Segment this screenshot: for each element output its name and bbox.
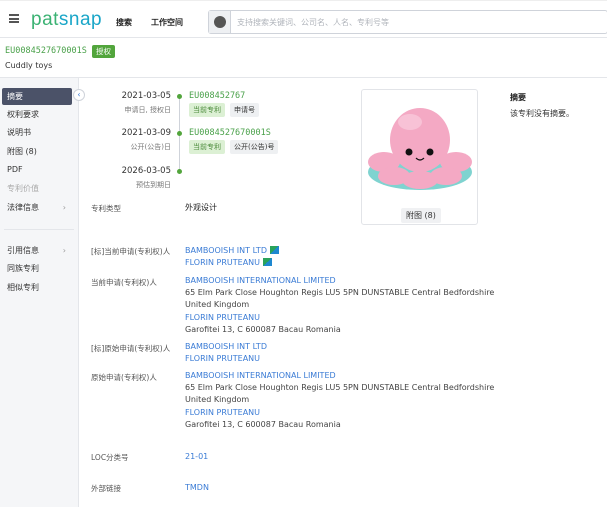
applicant-link[interactable]: FLORIN PRUTEANU: [185, 353, 267, 365]
applicant-link[interactable]: FLORIN PRUTEANU: [185, 407, 494, 419]
nav-workspace[interactable]: 工作空间: [151, 17, 183, 28]
drawings-button[interactable]: 附图 (8): [401, 208, 441, 223]
address: United Kingdom: [185, 395, 250, 405]
publication-number-link[interactable]: EU0084527670001S: [189, 128, 271, 138]
loc-link[interactable]: 21-01: [185, 451, 208, 463]
abstract-heading: 摘要: [510, 93, 526, 102]
sidebar-item-drawings[interactable]: 附图 (8): [2, 143, 72, 160]
timeline-dot: [177, 94, 182, 99]
top-bar: patsnap 搜索 工作空间 支持搜索关键词、公司名、人名、专利号等: [0, 0, 607, 38]
sidebar-item-citations[interactable]: 引用信息 ›: [2, 242, 72, 259]
timeline-label: 公开(公告)日: [130, 143, 171, 151]
label: 法律信息: [7, 203, 39, 212]
tag-type: 公开(公告)号: [230, 140, 279, 154]
sidebar-item-legal[interactable]: 法律信息 ›: [2, 199, 72, 216]
timeline-date: 2026-03-05: [121, 166, 171, 176]
chevron-right-icon: ›: [62, 246, 66, 255]
menu-icon[interactable]: [9, 14, 19, 23]
analytics-icon[interactable]: [269, 246, 279, 254]
nav-search[interactable]: 搜索: [116, 17, 132, 28]
timeline-dot: [177, 169, 182, 174]
divider: [0, 77, 607, 78]
applicant-link[interactable]: BAMBOOISH INT LTD: [185, 246, 267, 255]
sidebar-item-pdf[interactable]: PDF: [2, 161, 72, 178]
applicant-link[interactable]: BAMBOOISH INT LTD: [185, 341, 267, 353]
search-input[interactable]: 支持搜索关键词、公司名、人名、专利号等: [237, 17, 389, 28]
sidebar-divider: [4, 229, 74, 230]
timeline-label: 预估到期日: [136, 181, 171, 189]
analytics-icon[interactable]: [263, 258, 273, 267]
sidebar-item-similar[interactable]: 相似专利: [2, 279, 72, 296]
search-box[interactable]: 支持搜索关键词、公司名、人名、专利号等: [208, 10, 607, 34]
applicant-link[interactable]: FLORIN PRUTEANU: [185, 258, 260, 267]
field-value: 外观设计: [185, 203, 217, 212]
field-label: 外部链接: [91, 484, 121, 493]
field-label: [标]当前申请(专利权)人: [91, 247, 171, 256]
applicant-link[interactable]: BAMBOOISH INTERNATIONAL LIMITED: [185, 370, 494, 382]
timeline-date: 2021-03-09: [121, 128, 171, 138]
field-label: 当前申请(专利权)人: [91, 278, 157, 287]
application-number-link[interactable]: EU008452767: [189, 91, 245, 101]
field-value: BAMBOOISH INTERNATIONAL LIMITED 65 Elm P…: [185, 370, 494, 431]
tag-type: 申请号: [230, 103, 259, 117]
drawing-thumbnail[interactable]: 附图 (8): [361, 89, 478, 225]
tag-current: 当前专利: [189, 140, 225, 154]
address: Garofitei 13, C 600087 Bacau Romania: [185, 324, 341, 334]
field-value: BAMBOOISH INT LTD FLORIN PRUTEANU: [185, 341, 267, 365]
abstract-text: 该专利没有摘要。: [510, 109, 574, 118]
sidebar-item-value: 专利价值: [7, 184, 39, 193]
applicant-link[interactable]: BAMBOOISH INTERNATIONAL LIMITED: [185, 275, 494, 287]
chevron-right-icon: ›: [62, 203, 66, 212]
timeline-dot: [177, 131, 182, 136]
address: 65 Elm Park Close Houghton Regis LU5 5PN…: [185, 288, 495, 298]
address: Garofitei 13, C 600087 Bacau Romania: [185, 419, 341, 429]
sidebar-item-claims[interactable]: 权利要求: [2, 106, 72, 123]
timeline-date: 2021-03-05: [121, 91, 171, 101]
patent-title: Cuddly toys: [5, 61, 53, 70]
timeline-label: 申请日, 授权日: [124, 106, 171, 114]
address: 65 Elm Park Close Houghton Regis LU5 5PN…: [185, 383, 495, 393]
field-label: LOC分类号: [91, 453, 129, 462]
globe-icon[interactable]: [209, 11, 231, 33]
field-value: BAMBOOISH INTERNATIONAL LIMITED 65 Elm P…: [185, 275, 494, 336]
sidebar-item-description[interactable]: 说明书: [2, 124, 72, 141]
patent-number: EU008452767000​1S: [5, 46, 87, 56]
field-label: 原始申请(专利权)人: [91, 373, 157, 382]
sidebar-item-abstract[interactable]: 摘要: [2, 88, 72, 105]
logo[interactable]: patsnap: [31, 9, 102, 31]
address: United Kingdom: [185, 300, 250, 310]
applicant-link[interactable]: FLORIN PRUTEANU: [185, 312, 494, 324]
octopus-image: [368, 108, 472, 190]
label: 引用信息: [7, 246, 39, 255]
field-label: 专利类型: [91, 204, 121, 213]
status-badge: 授权: [92, 45, 115, 58]
sidebar-item-family[interactable]: 同族专利: [2, 260, 72, 277]
field-label: [标]原始申请(专利权)人: [91, 344, 171, 353]
field-value: BAMBOOISH INT LTD FLORIN PRUTEANU: [185, 245, 279, 269]
tmdn-link[interactable]: TMDN: [185, 482, 209, 494]
tag-current: 当前专利: [189, 103, 225, 117]
